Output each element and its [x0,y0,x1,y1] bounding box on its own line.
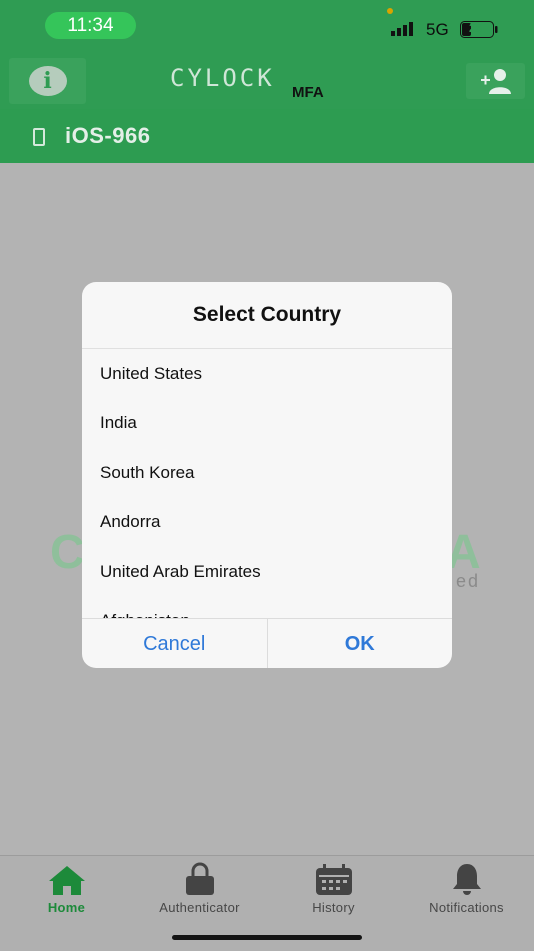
lock-icon [185,862,214,895]
calendar-icon [315,864,352,895]
logo-text: CYLOCK [170,64,275,92]
background-logo-subtitle: ed [456,571,481,591]
country-option[interactable]: United States [82,349,452,399]
phone-icon [33,128,45,146]
app-header: i CYLOCK MFA [0,55,534,109]
network-label: 5G [426,20,449,39]
select-country-dialog: Select Country United States India South… [82,282,452,668]
tab-notifications[interactable]: Notifications [400,860,533,920]
tab-authenticator[interactable]: Authenticator [133,860,266,920]
dialog-title: Select Country [82,282,452,349]
add-user-icon [480,69,511,94]
home-icon [48,866,85,895]
home-indicator [172,935,362,940]
logo-suffix: MFA [292,84,324,101]
country-list[interactable]: United States India South Korea Andorra … [82,349,452,618]
country-option[interactable]: South Korea [82,448,452,498]
tab-history-label: History [312,900,355,915]
ok-button[interactable]: OK [266,619,453,668]
country-option[interactable]: United Arab Emirates [82,547,452,597]
status-bar: 11:34 5G 25 [0,0,534,55]
tab-history[interactable]: History [267,860,400,920]
app-logo: CYLOCK MFA [170,62,340,102]
tab-home-label: Home [47,900,86,915]
dialog-buttons: Cancel OK [82,618,452,668]
battery-level: 25 [469,21,483,35]
cancel-button[interactable]: Cancel [82,619,267,668]
add-user-button[interactable] [466,63,525,99]
tab-authenticator-label: Authenticator [159,900,240,915]
tab-home[interactable]: Home [0,860,133,920]
info-icon: i [28,66,67,96]
privacy-indicator-dot [387,8,393,14]
tab-notifications-label: Notifications [429,900,504,915]
status-time: 11:34 [45,12,136,39]
bell-icon [452,864,481,895]
country-option[interactable]: India [82,399,452,449]
device-name: iOS-966 [65,123,151,148]
country-option[interactable]: Andorra [82,498,452,548]
device-bar: iOS-966 [0,109,534,163]
country-option[interactable]: Afghanistan [82,597,452,618]
background-logo-left: C [50,526,85,579]
info-button[interactable]: i [9,58,86,104]
signal-icon [391,22,413,36]
